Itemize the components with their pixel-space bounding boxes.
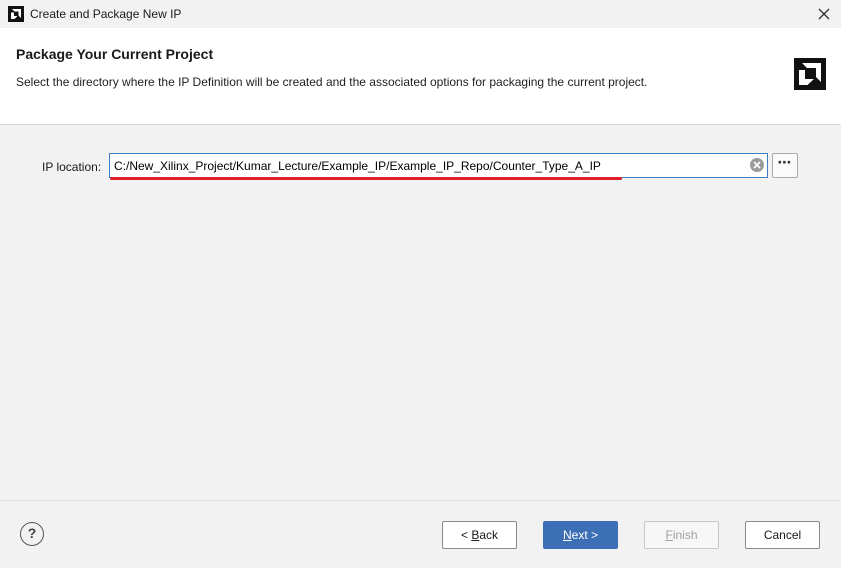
page-title: Package Your Current Project [16,46,214,62]
red-annotation-underline [110,177,622,180]
browse-button[interactable]: ⋯ [772,153,798,178]
wizard-content: IP location: ⋯ [0,125,841,500]
ip-location-field[interactable] [109,153,768,178]
help-button[interactable]: ? [20,522,44,546]
back-prefix: < [460,528,472,542]
wizard-footer: ? < Back Next > Finish Cancel [0,500,841,568]
ip-location-label: IP location: [42,160,102,174]
ip-location-input[interactable] [110,154,740,177]
window-title: Create and Package New IP [30,7,182,21]
page-description: Select the directory where the IP Defini… [16,75,648,89]
clear-icon[interactable] [749,157,765,173]
cancel-button[interactable]: Cancel [745,521,820,549]
finish-mnemonic: F [665,528,673,542]
back-label-rest: ack [479,528,499,542]
next-label-rest: ext > [571,528,599,542]
title-bar: Create and Package New IP [0,0,841,28]
next-mnemonic: N [562,528,572,542]
finish-button[interactable]: Finish [644,521,719,549]
wizard-header: Package Your Current Project Select the … [0,28,841,125]
next-button[interactable]: Next > [543,521,618,549]
finish-label-rest: inish [672,528,698,542]
amd-logo-icon [8,6,24,22]
back-button[interactable]: < Back [442,521,517,549]
amd-logo-icon [794,58,826,90]
close-icon[interactable] [815,5,833,23]
